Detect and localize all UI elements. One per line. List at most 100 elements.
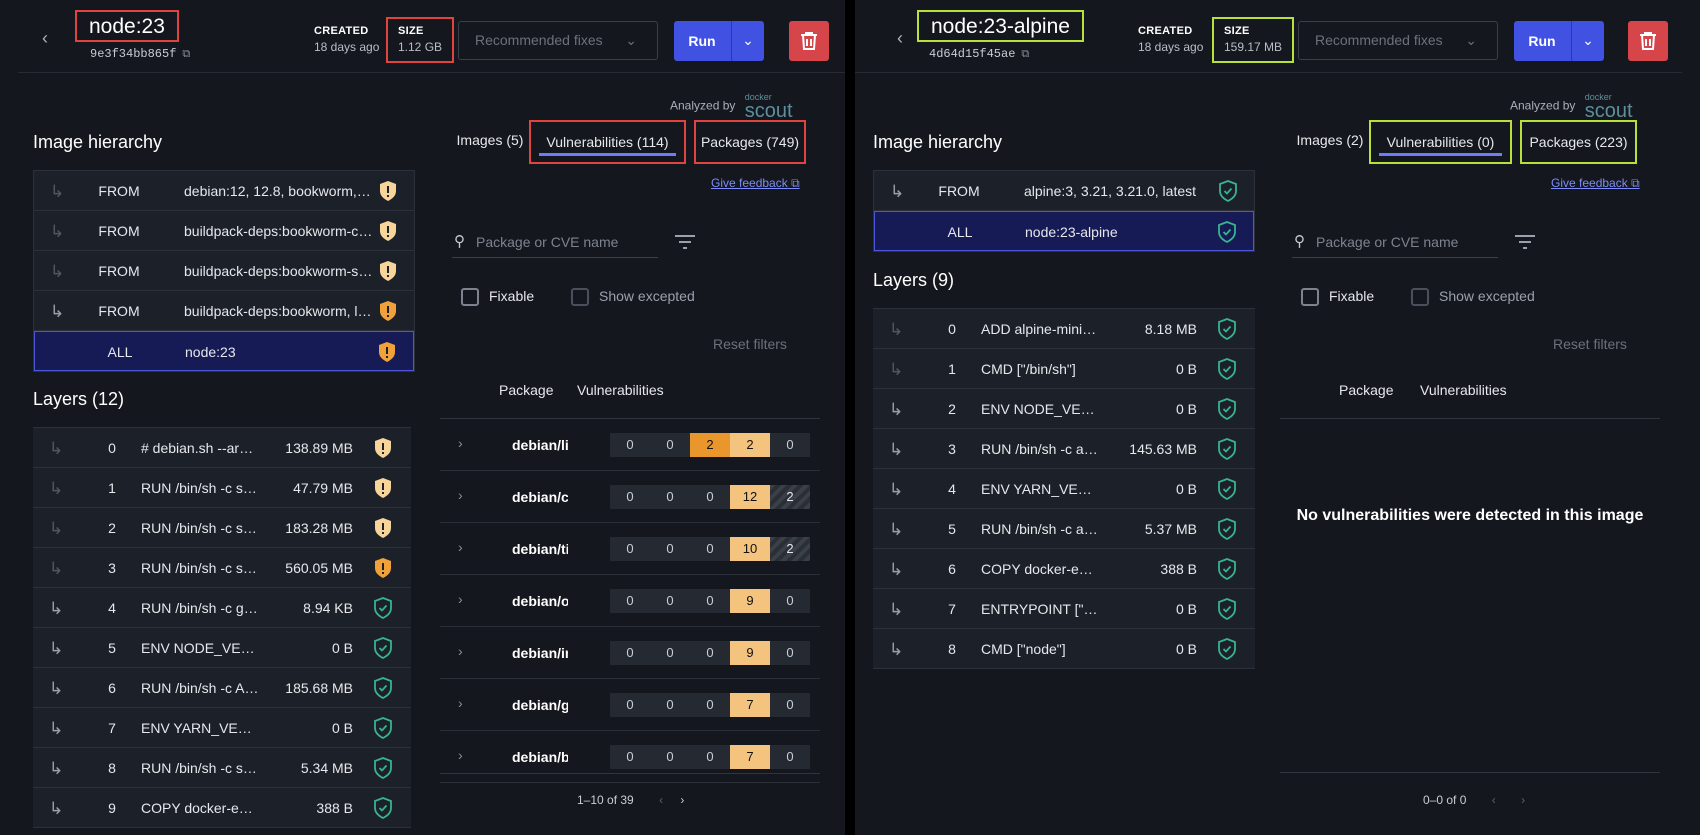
severity-count: 0	[610, 433, 650, 457]
layer-row[interactable]: ↳ 6 COPY docker-entrypoint.sh 388 B	[873, 549, 1255, 589]
layer-row[interactable]: ↳ 7 ENV YARN_VERSION=1.22.22 0 B	[33, 708, 411, 748]
hierarchy-row[interactable]: ↳ FROM debian:12, 12.8, bookworm, bookworm…	[34, 171, 414, 211]
reset-filters-button[interactable]: Reset filters	[713, 336, 787, 352]
size-value: 159.17 MB	[1224, 40, 1283, 54]
layer-row[interactable]: ↳ 1 CMD ["/bin/sh"] 0 B	[873, 349, 1255, 389]
back-icon[interactable]: ‹	[897, 28, 903, 49]
hierarchy-row[interactable]: ↳ FROM buildpack-deps:bookworm, latest	[34, 291, 414, 331]
pagination: 0–0 of 0 ‹ ›	[1423, 793, 1525, 807]
tab-packages[interactable]: Packages (749)	[694, 120, 806, 164]
layer-row[interactable]: ↳ 4 RUN /bin/sh -c groupadd 8.94 KB	[33, 588, 411, 628]
arrow-return-icon: ↳	[49, 639, 64, 658]
layer-row[interactable]: ↳ 0 # debian.sh --arch 'amd64' 138.89 MB	[33, 428, 411, 468]
copy-icon[interactable]: ⧉	[182, 49, 190, 61]
chevron-right-icon[interactable]: ›	[458, 435, 463, 451]
column-vulnerabilities: Vulnerabilities	[1420, 382, 1507, 398]
run-button[interactable]: Run ⌄	[1514, 21, 1604, 61]
hierarchy-image-name: node:23-alpine	[1025, 224, 1118, 240]
chevron-right-icon[interactable]: ›	[458, 487, 463, 503]
layer-size: 560.05 MB	[285, 560, 353, 576]
vulnerability-row[interactable]: ›debian/binutils00070	[440, 731, 820, 783]
tab-vulnerabilities-label: Vulnerabilities (114)	[546, 134, 669, 150]
run-options-chevron-icon[interactable]: ⌄	[1572, 21, 1604, 59]
image-digest: 4d64d15f45ae ⧉	[929, 47, 1029, 61]
arrow-return-icon: ↳	[889, 360, 904, 379]
layer-row[interactable]: ↳ 9 COPY docker-entrypoint.sh 388 B	[33, 788, 411, 828]
layer-row[interactable]: ↳ 5 RUN /bin/sh -c apk add 5.37 MB	[873, 509, 1255, 549]
chevron-right-icon[interactable]: ›	[458, 695, 463, 711]
vulnerability-row[interactable]: ›debian/tiff000102	[440, 523, 820, 575]
next-page-icon[interactable]: ›	[1521, 793, 1525, 807]
filter-icon[interactable]	[1514, 234, 1538, 255]
run-button[interactable]: Run ⌄	[674, 21, 764, 61]
recommended-fixes-dropdown[interactable]: Recommended fixes ⌄	[458, 21, 658, 60]
layer-row[interactable]: ↳ 2 RUN /bin/sh -c set -eux 183.28 MB	[33, 508, 411, 548]
prev-page-icon[interactable]: ‹	[659, 793, 663, 807]
layer-row[interactable]: ↳ 2 ENV NODE_VERSION=23.3.0 0 B	[873, 389, 1255, 429]
run-label: Run	[1528, 33, 1556, 49]
shield-icon	[378, 300, 398, 325]
layer-row[interactable]: ↳ 0 ADD alpine-minirootfs-3.21.0 8.18 MB	[873, 309, 1255, 349]
recommended-fixes-dropdown[interactable]: Recommended fixes ⌄	[1298, 21, 1498, 60]
chevron-right-icon[interactable]: ›	[458, 643, 463, 659]
show-excepted-checkbox[interactable]: Show excepted	[1411, 287, 1535, 307]
tab-images[interactable]: Images (5)	[440, 120, 540, 164]
run-options-chevron-icon[interactable]: ⌄	[732, 21, 764, 59]
give-feedback-link[interactable]: Give feedback ⧉	[1551, 176, 1640, 191]
layer-command: RUN /bin/sh -c groupadd	[141, 600, 259, 616]
layer-row[interactable]: ↳ 3 RUN /bin/sh -c set -ex 560.05 MB	[33, 548, 411, 588]
chevron-right-icon[interactable]: ›	[458, 539, 463, 555]
layer-row[interactable]: ↳ 8 CMD ["node"] 0 B	[873, 629, 1255, 669]
shield-icon	[378, 220, 398, 245]
chevron-right-icon[interactable]: ›	[458, 591, 463, 607]
hierarchy-row[interactable]: ↳ FROM buildpack-deps:bookworm-curl, bookw…	[34, 211, 414, 251]
layer-row[interactable]: ↳ 7 ENTRYPOINT ["docker-entrypoint.sh"] 0 B	[873, 589, 1255, 629]
reset-filters-button[interactable]: Reset filters	[1553, 336, 1627, 352]
severity-count: 0	[770, 641, 810, 665]
layer-row[interactable]: ↳ 4 ENV YARN_VERSION=1.22.22 0 B	[873, 469, 1255, 509]
fixable-checkbox[interactable]: Fixable	[461, 287, 534, 307]
layer-row[interactable]: ↳ 6 RUN /bin/sh -c ARCH= 185.68 MB	[33, 668, 411, 708]
tab-vulnerabilities[interactable]: Vulnerabilities (0)	[1369, 120, 1512, 164]
hierarchy-row-all[interactable]: ALL node:23	[34, 331, 414, 371]
layer-index: 7	[948, 601, 956, 617]
delete-button[interactable]	[1628, 21, 1668, 61]
package-name: debian/linux	[512, 437, 568, 453]
layer-command: CMD ["/bin/sh"]	[981, 361, 1076, 377]
layer-command: RUN /bin/sh -c set -ex	[141, 560, 259, 576]
layer-row[interactable]: ↳ 5 ENV NODE_VERSION=23.3.0 0 B	[33, 628, 411, 668]
chevron-right-icon[interactable]: ›	[458, 747, 463, 763]
prev-page-icon[interactable]: ‹	[1492, 793, 1496, 807]
show-excepted-checkbox[interactable]: Show excepted	[571, 287, 695, 307]
search-input[interactable]: ⚲ Package or CVE name	[452, 228, 658, 258]
give-feedback-link[interactable]: Give feedback ⧉	[711, 176, 800, 191]
tab-packages[interactable]: Packages (223)	[1520, 120, 1637, 164]
back-icon[interactable]: ‹	[42, 28, 48, 49]
hierarchy-row[interactable]: ↳ FROM buildpack-deps:bookworm-scm, bookwo…	[34, 251, 414, 291]
vulnerability-row[interactable]: ›debian/linux00220	[440, 419, 820, 471]
vulnerability-row[interactable]: ›debian/openssl00090	[440, 575, 820, 627]
external-link-icon: ⧉	[1631, 176, 1640, 190]
delete-button[interactable]	[789, 21, 829, 61]
search-input[interactable]: ⚲ Package or CVE name	[1292, 228, 1498, 258]
next-page-icon[interactable]: ›	[680, 793, 684, 807]
layer-row[interactable]: ↳ 8 RUN /bin/sh -c set -ex 5.34 MB	[33, 748, 411, 788]
vulnerability-row[interactable]: ›debian/imagemagick00090	[440, 627, 820, 679]
image-hierarchy-title: Image hierarchy	[33, 132, 163, 152]
hierarchy-row-all[interactable]: ALL node:23-alpine	[874, 211, 1254, 251]
vulnerability-row[interactable]: ›debian/git00070	[440, 679, 820, 731]
hierarchy-image-name: buildpack-deps:bookworm, latest	[184, 303, 374, 319]
package-name: debian/git	[512, 697, 568, 713]
fixable-checkbox[interactable]: Fixable	[1301, 287, 1374, 307]
layer-index: 2	[108, 520, 116, 536]
copy-icon[interactable]: ⧉	[1021, 49, 1029, 61]
hierarchy-row[interactable]: ↳ FROM alpine:3, 3.21, 3.21.0, latest	[874, 171, 1254, 211]
tab-images[interactable]: Images (2)	[1280, 120, 1380, 164]
layer-row[interactable]: ↳ 1 RUN /bin/sh -c set -eux 47.79 MB	[33, 468, 411, 508]
filter-icon[interactable]	[674, 234, 698, 255]
vulnerability-row[interactable]: ›debian/curl000122	[440, 471, 820, 523]
hierarchy-keyword: FROM	[938, 183, 980, 199]
layer-row[interactable]: ↳ 3 RUN /bin/sh -c addgroup 145.63 MB	[873, 429, 1255, 469]
tab-vulnerabilities[interactable]: Vulnerabilities (114)	[529, 120, 686, 164]
table-footer-divider	[1280, 772, 1660, 773]
